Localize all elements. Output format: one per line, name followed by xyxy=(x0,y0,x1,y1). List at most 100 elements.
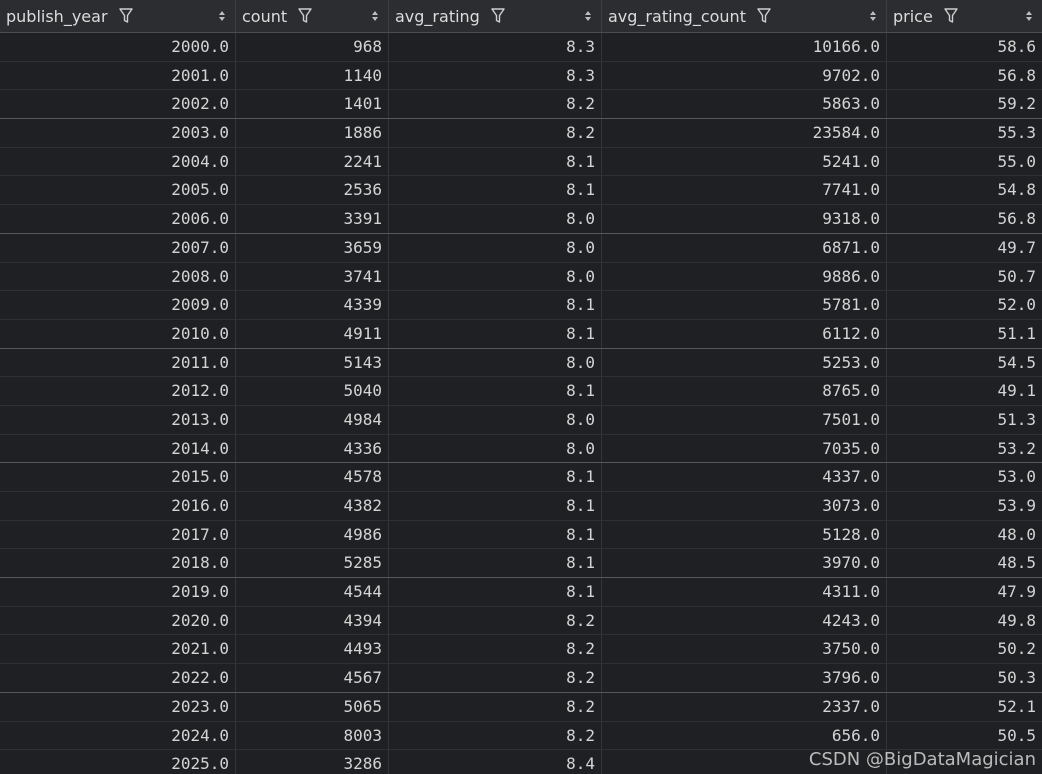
cell-price[interactable]: 55.3 xyxy=(887,119,1042,147)
cell-publish-year[interactable]: 2001.0 xyxy=(0,61,236,90)
cell-count[interactable]: 4984 xyxy=(236,405,389,434)
cell-avg-rating-count[interactable]: 7501.0 xyxy=(602,405,887,434)
cell-publish-year[interactable]: 2025.0 xyxy=(0,750,236,774)
cell-publish-year[interactable]: 2011.0 xyxy=(0,348,236,377)
cell-publish-year[interactable]: 2015.0 xyxy=(0,463,236,491)
cell-publish-year[interactable]: 2024.0 xyxy=(0,721,236,750)
cell-count[interactable]: 4578 xyxy=(236,463,389,491)
cell-count[interactable]: 968 xyxy=(236,33,389,61)
column-header-avg-rating[interactable]: avg_rating xyxy=(389,0,602,32)
cell-publish-year[interactable]: 2023.0 xyxy=(0,692,236,721)
table-row[interactable]: 2022.0 4567 8.2 3796.0 50.3 xyxy=(0,664,1042,693)
sort-icon[interactable] xyxy=(370,8,380,24)
cell-avg-rating-count[interactable]: 5128.0 xyxy=(602,520,887,549)
cell-count[interactable]: 5065 xyxy=(236,692,389,721)
sort-icon[interactable] xyxy=(868,8,878,24)
cell-avg-rating[interactable]: 8.2 xyxy=(389,635,602,664)
cell-publish-year[interactable]: 2002.0 xyxy=(0,90,236,119)
sort-icon[interactable] xyxy=(583,8,593,24)
cell-avg-rating-count[interactable]: 23584.0 xyxy=(602,119,887,147)
cell-publish-year[interactable]: 2010.0 xyxy=(0,319,236,348)
cell-count[interactable]: 5285 xyxy=(236,549,389,578)
table-row[interactable]: 2003.0 1886 8.2 23584.0 55.3 xyxy=(0,119,1042,148)
cell-avg-rating[interactable]: 8.1 xyxy=(389,319,602,348)
cell-count[interactable]: 4339 xyxy=(236,291,389,319)
cell-avg-rating[interactable]: 8.0 xyxy=(389,205,602,233)
cell-publish-year[interactable]: 2000.0 xyxy=(0,33,236,61)
cell-publish-year[interactable]: 2019.0 xyxy=(0,578,236,606)
cell-count[interactable]: 5040 xyxy=(236,377,389,405)
cell-avg-rating-count[interactable]: 5241.0 xyxy=(602,147,887,176)
cell-avg-rating-count[interactable]: 6871.0 xyxy=(602,233,887,262)
cell-price[interactable]: 56.8 xyxy=(887,205,1042,233)
cell-avg-rating[interactable]: 8.2 xyxy=(389,721,602,750)
cell-avg-rating[interactable]: 8.0 xyxy=(389,405,602,434)
table-row[interactable]: 2016.0 4382 8.1 3073.0 53.9 xyxy=(0,492,1042,521)
column-header-price[interactable]: price xyxy=(887,0,1042,32)
cell-avg-rating-count[interactable]: 9702.0 xyxy=(602,61,887,90)
cell-avg-rating-count[interactable]: 5863.0 xyxy=(602,90,887,119)
cell-avg-rating[interactable]: 8.4 xyxy=(389,750,602,774)
cell-price[interactable]: 48.5 xyxy=(887,549,1042,577)
cell-avg-rating-count[interactable]: 3750.0 xyxy=(602,635,887,664)
table-row[interactable]: 2001.0 1140 8.3 9702.0 56.8 xyxy=(0,61,1042,91)
column-header-publish-year[interactable]: publish_year xyxy=(0,0,236,32)
cell-price[interactable]: 55.0 xyxy=(887,148,1042,176)
table-row[interactable]: 2019.0 4544 8.1 4311.0 47.9 xyxy=(0,578,1042,607)
filter-icon[interactable] xyxy=(118,8,134,24)
cell-price[interactable]: 51.1 xyxy=(887,320,1042,348)
cell-publish-year[interactable]: 2014.0 xyxy=(0,434,236,463)
cell-avg-rating[interactable]: 8.1 xyxy=(389,176,602,205)
cell-avg-rating-count[interactable]: 4337.0 xyxy=(602,463,887,491)
cell-avg-rating-count[interactable]: 3073.0 xyxy=(602,492,887,520)
cell-price[interactable]: 51.3 xyxy=(887,406,1042,434)
cell-publish-year[interactable]: 2008.0 xyxy=(0,262,236,291)
table-row[interactable]: 2024.0 8003 8.2 656.0 50.5 xyxy=(0,721,1042,751)
table-row[interactable]: 2018.0 5285 8.1 3970.0 48.5 xyxy=(0,549,1042,579)
cell-price[interactable]: 49.1 xyxy=(887,377,1042,405)
cell-avg-rating-count[interactable]: 9318.0 xyxy=(602,205,887,233)
cell-publish-year[interactable]: 2013.0 xyxy=(0,405,236,434)
cell-avg-rating[interactable]: 8.0 xyxy=(389,434,602,463)
cell-avg-rating[interactable]: 8.1 xyxy=(389,520,602,549)
cell-publish-year[interactable]: 2017.0 xyxy=(0,520,236,549)
cell-price[interactable]: 52.0 xyxy=(887,291,1042,319)
cell-price[interactable]: 56.8 xyxy=(887,62,1042,90)
table-row[interactable]: 2006.0 3391 8.0 9318.0 56.8 xyxy=(0,205,1042,234)
cell-avg-rating-count[interactable]: 5781.0 xyxy=(602,291,887,319)
table-row[interactable]: 2012.0 5040 8.1 8765.0 49.1 xyxy=(0,377,1042,406)
cell-count[interactable]: 1140 xyxy=(236,61,389,90)
cell-count[interactable]: 3659 xyxy=(236,233,389,262)
cell-avg-rating-count[interactable]: 656.0 xyxy=(602,721,887,750)
cell-publish-year[interactable]: 2018.0 xyxy=(0,549,236,578)
cell-price[interactable]: 49.8 xyxy=(887,607,1042,635)
cell-count[interactable]: 4544 xyxy=(236,578,389,606)
cell-avg-rating[interactable]: 8.2 xyxy=(389,664,602,692)
filter-icon[interactable] xyxy=(943,8,959,24)
column-header-count[interactable]: count xyxy=(236,0,389,32)
cell-publish-year[interactable]: 2007.0 xyxy=(0,233,236,262)
sort-icon[interactable] xyxy=(217,8,227,24)
cell-price[interactable]: 53.9 xyxy=(887,492,1042,520)
cell-avg-rating-count[interactable]: 4311.0 xyxy=(602,578,887,606)
cell-avg-rating-count[interactable]: 5253.0 xyxy=(602,348,887,377)
cell-count[interactable]: 2241 xyxy=(236,147,389,176)
table-row[interactable]: 2007.0 3659 8.0 6871.0 49.7 xyxy=(0,233,1042,263)
cell-avg-rating[interactable]: 8.1 xyxy=(389,291,602,319)
cell-price[interactable]: 50.5 xyxy=(887,722,1042,750)
cell-avg-rating-count[interactable]: 6112.0 xyxy=(602,319,887,348)
cell-price[interactable]: 47.9 xyxy=(887,578,1042,606)
table-row[interactable]: 2013.0 4984 8.0 7501.0 51.3 xyxy=(0,405,1042,435)
cell-price[interactable]: 53.2 xyxy=(887,435,1042,463)
cell-avg-rating-count[interactable]: 7741.0 xyxy=(602,176,887,205)
cell-price[interactable]: 54.5 xyxy=(887,349,1042,377)
cell-count[interactable]: 4567 xyxy=(236,664,389,692)
cell-avg-rating-count[interactable]: 3970.0 xyxy=(602,549,887,578)
table-row[interactable]: 2011.0 5143 8.0 5253.0 54.5 xyxy=(0,348,1042,378)
cell-avg-rating-count[interactable]: 4243.0 xyxy=(602,606,887,635)
cell-avg-rating-count[interactable]: 3796.0 xyxy=(602,664,887,692)
table-row[interactable]: 2015.0 4578 8.1 4337.0 53.0 xyxy=(0,463,1042,492)
cell-count[interactable]: 4911 xyxy=(236,319,389,348)
filter-icon[interactable] xyxy=(297,8,313,24)
cell-avg-rating[interactable]: 8.1 xyxy=(389,578,602,606)
